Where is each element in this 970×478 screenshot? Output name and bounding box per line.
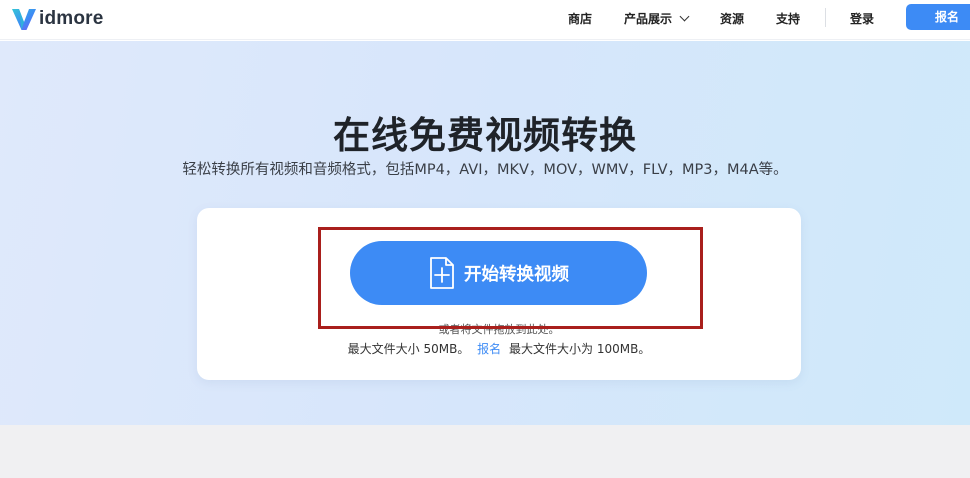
page-title: 在线免费视频转换 <box>333 114 637 157</box>
start-convert-label: 开始转换视频 <box>464 264 569 285</box>
nav-divider <box>825 8 826 27</box>
add-file-icon <box>430 257 454 289</box>
upload-card: 开始转换视频 或者将文件拖放到此处。 最大文件大小 50MB。 报名 最大文件大… <box>197 208 801 380</box>
nav-login[interactable]: 登录 <box>850 0 874 36</box>
nav-products-label: 产品展示 <box>624 11 673 26</box>
page-subtitle: 轻松转换所有视频和音频格式，包括MP4，AVI，MKV，MOV，WMV，FLV，… <box>182 162 788 178</box>
nav-products[interactable]: 产品展示 <box>624 0 690 36</box>
nav-store[interactable]: 商店 <box>568 0 592 36</box>
drop-hint-text: 或者将文件拖放到此处。 <box>438 323 560 336</box>
size-signup-link[interactable]: 报名 <box>477 342 501 356</box>
nav-support[interactable]: 支持 <box>776 0 800 36</box>
vidmore-v-icon <box>12 9 36 30</box>
vidmore-logo[interactable]: idmore <box>10 4 104 34</box>
file-size-info: 最大文件大小 50MB。 报名 最大文件大小为 100MB。 <box>197 340 801 357</box>
top-header: idmore 商店 产品展示 资源 支持 登录 报名 <box>0 0 970 40</box>
size-limit-member: 最大文件大小为 100MB。 <box>509 342 651 356</box>
chevron-down-icon <box>679 11 690 21</box>
footer-band <box>0 425 970 478</box>
size-limit-free: 最大文件大小 50MB。 <box>347 342 470 356</box>
hero-section: 在线免费视频转换 轻松转换所有视频和音频格式，包括MP4，AVI，MKV，MOV… <box>0 41 970 425</box>
signup-button[interactable]: 报名 <box>906 4 970 30</box>
logo-text: idmore <box>39 8 104 29</box>
nav-resources[interactable]: 资源 <box>720 0 744 36</box>
start-convert-button[interactable]: 开始转换视频 <box>350 241 647 305</box>
